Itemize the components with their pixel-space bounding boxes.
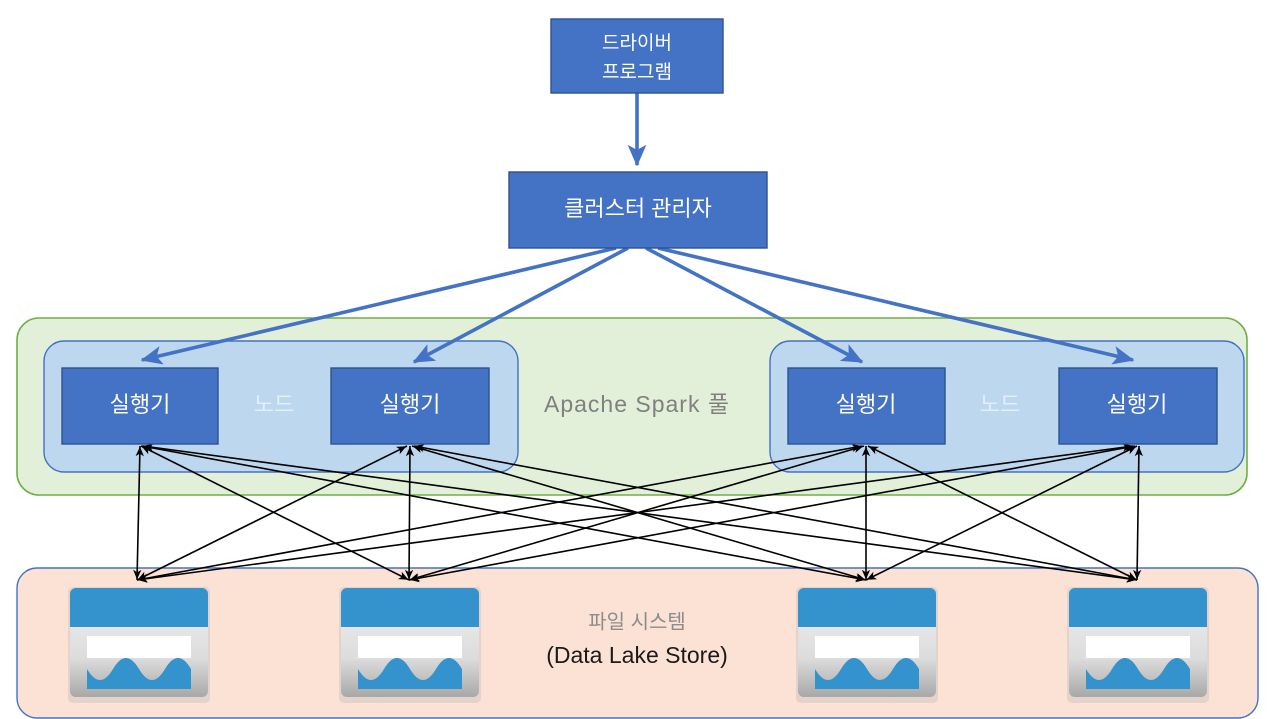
cluster-manager-box[interactable]: 클러스터 관리자 — [508, 171, 768, 249]
executor-label-3: 실행기 — [836, 392, 897, 417]
executor-label-4: 실행기 — [1107, 392, 1168, 417]
diagram-canvas: Apache Spark 풀 노드 노드 파일 시스템 (Data Lake S… — [16, 18, 1259, 719]
spark-pool-label: Apache Spark 풀 — [544, 391, 730, 417]
data-lake-store-icon-4[interactable] — [1067, 587, 1209, 703]
executor-1[interactable]: 실행기 — [61, 367, 219, 445]
connector-e2-s2 — [404, 445, 415, 581]
executor-4[interactable]: 실행기 — [1058, 367, 1218, 445]
data-lake-store-icon-1[interactable] — [68, 587, 210, 703]
executor-2[interactable]: 실행기 — [330, 367, 490, 445]
cluster-manager-label: 클러스터 관리자 — [564, 196, 712, 221]
node-label-2: 노드 — [980, 392, 1020, 417]
executor-label-2: 실행기 — [380, 392, 441, 417]
driver-program-label-line1: 드라이버 — [602, 32, 672, 54]
driver-program-label-line2: 프로그램 — [602, 61, 672, 83]
filesystem-label-bottom: (Data Lake Store) — [546, 642, 728, 668]
filesystem-label-top: 파일 시스템 — [588, 610, 686, 633]
node-label-1: 노드 — [254, 392, 294, 417]
spark-architecture-diagram: Apache Spark 풀 노드 노드 파일 시스템 (Data Lake S… — [0, 0, 1276, 719]
executor-label-1: 실행기 — [110, 392, 171, 417]
data-lake-store-icon-2[interactable] — [339, 587, 481, 703]
executor-3[interactable]: 실행기 — [787, 367, 946, 445]
driver-program-box[interactable]: 드라이버 프로그램 — [550, 18, 724, 94]
data-lake-store-icon-3[interactable] — [796, 587, 938, 703]
